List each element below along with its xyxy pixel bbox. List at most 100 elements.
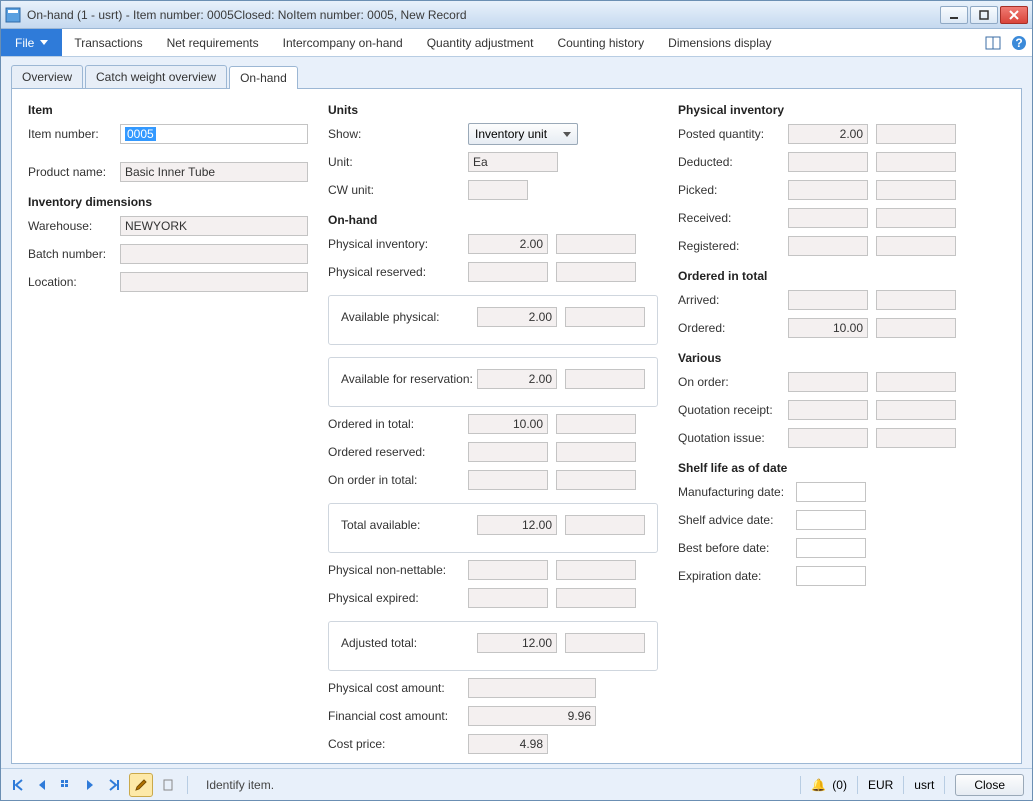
registered-label: Registered: xyxy=(678,239,788,253)
total-avail-value2[interactable] xyxy=(565,515,645,535)
tab-on-hand[interactable]: On-hand xyxy=(229,66,298,89)
batch-field[interactable] xyxy=(120,244,308,264)
non-net-value[interactable] xyxy=(468,560,548,580)
menu-counting-history[interactable]: Counting history xyxy=(545,29,656,56)
ordered-value[interactable]: 10.00 xyxy=(788,318,868,338)
avail-res-value2[interactable] xyxy=(565,369,645,389)
phys-cost-value[interactable] xyxy=(468,678,596,698)
ord-res-value2[interactable] xyxy=(556,442,636,462)
phys-res-value[interactable] xyxy=(468,262,548,282)
menu-net-requirements[interactable]: Net requirements xyxy=(155,29,271,56)
posted-value2[interactable] xyxy=(876,124,956,144)
product-name-field[interactable]: Basic Inner Tube xyxy=(120,162,308,182)
expired-value2[interactable] xyxy=(556,588,636,608)
ord-total-label: Ordered in total: xyxy=(328,417,468,431)
qrec-value[interactable] xyxy=(788,400,868,420)
ord-total-value[interactable]: 10.00 xyxy=(468,414,548,434)
nav-next-button[interactable] xyxy=(81,776,99,794)
attach-icon[interactable] xyxy=(159,776,177,794)
on-order-value[interactable] xyxy=(468,470,548,490)
qiss-value2[interactable] xyxy=(876,428,956,448)
app-icon xyxy=(5,7,21,23)
app-window: On-hand (1 - usrt) - Item number: 0005Cl… xyxy=(0,0,1033,801)
item-header: Item xyxy=(28,103,308,117)
ordtot-header: Ordered in total xyxy=(678,269,1005,283)
phys-inv-label: Physical inventory: xyxy=(328,237,468,251)
menu-intercompany[interactable]: Intercompany on-hand xyxy=(271,29,415,56)
fin-cost-value[interactable]: 9.96 xyxy=(468,706,596,726)
adv-field[interactable] xyxy=(796,510,866,530)
help-icon[interactable]: ? xyxy=(1006,29,1032,56)
maximize-button[interactable] xyxy=(970,6,998,24)
adj-total-value2[interactable] xyxy=(565,633,645,653)
view-icon[interactable] xyxy=(980,29,1006,56)
warehouse-field[interactable]: NEWYORK xyxy=(120,216,308,236)
expired-value[interactable] xyxy=(468,588,548,608)
nav-first-button[interactable] xyxy=(9,776,27,794)
deducted-value[interactable] xyxy=(788,152,868,172)
phys-inv-value[interactable]: 2.00 xyxy=(468,234,548,254)
tab-catch-weight[interactable]: Catch weight overview xyxy=(85,65,227,88)
avail-phys-value2[interactable] xyxy=(565,307,645,327)
exp-field[interactable] xyxy=(796,566,866,586)
qiss-value[interactable] xyxy=(788,428,868,448)
menu-qty-adjustment[interactable]: Quantity adjustment xyxy=(415,29,546,56)
nav-prev-button[interactable] xyxy=(33,776,51,794)
adv-label: Shelf advice date: xyxy=(678,513,796,527)
cost-price-label: Cost price: xyxy=(328,737,468,751)
menu-dimensions-display[interactable]: Dimensions display xyxy=(656,29,783,56)
registered-value[interactable] xyxy=(788,236,868,256)
adj-total-label: Adjusted total: xyxy=(341,636,477,650)
inv-dim-header: Inventory dimensions xyxy=(28,195,308,209)
registered-value2[interactable] xyxy=(876,236,956,256)
menu-transactions[interactable]: Transactions xyxy=(62,29,154,56)
posted-value[interactable]: 2.00 xyxy=(788,124,868,144)
file-menu[interactable]: File xyxy=(1,29,62,56)
received-value[interactable] xyxy=(788,208,868,228)
adj-total-value[interactable]: 12.00 xyxy=(477,633,557,653)
picked-value[interactable] xyxy=(788,180,868,200)
content: Overview Catch weight overview On-hand I… xyxy=(1,57,1032,768)
location-field[interactable] xyxy=(120,272,308,292)
mfg-field[interactable] xyxy=(796,482,866,502)
unit-field[interactable]: Ea xyxy=(468,152,558,172)
close-window-button[interactable] xyxy=(1000,6,1028,24)
bell-icon[interactable]: 🔔 xyxy=(811,778,826,792)
on-order-value2[interactable] xyxy=(556,470,636,490)
v-onorder-value2[interactable] xyxy=(876,372,956,392)
best-field[interactable] xyxy=(796,538,866,558)
ordered-value2[interactable] xyxy=(876,318,956,338)
edit-button[interactable] xyxy=(129,773,153,797)
arrived-value[interactable] xyxy=(788,290,868,310)
show-dropdown[interactable]: Inventory unit xyxy=(468,123,578,145)
tab-overview[interactable]: Overview xyxy=(11,65,83,88)
nav-grid-button[interactable] xyxy=(57,776,75,794)
col-right: Physical inventory Posted quantity: 2.00… xyxy=(678,103,1005,749)
nav-last-button[interactable] xyxy=(105,776,123,794)
minimize-button[interactable] xyxy=(940,6,968,24)
avail-phys-value[interactable]: 2.00 xyxy=(477,307,557,327)
deducted-value2[interactable] xyxy=(876,152,956,172)
close-button[interactable]: Close xyxy=(955,774,1024,796)
item-number-field[interactable]: 0005 xyxy=(120,124,308,144)
non-net-value2[interactable] xyxy=(556,560,636,580)
qrec-label: Quotation receipt: xyxy=(678,403,788,417)
ord-res-value[interactable] xyxy=(468,442,548,462)
avail-res-value[interactable]: 2.00 xyxy=(477,369,557,389)
ord-total-value2[interactable] xyxy=(556,414,636,434)
phys-res-value2[interactable] xyxy=(556,262,636,282)
window-title: On-hand (1 - usrt) - Item number: 0005Cl… xyxy=(27,8,940,22)
picked-value2[interactable] xyxy=(876,180,956,200)
received-value2[interactable] xyxy=(876,208,956,228)
phys-inv-value2[interactable] xyxy=(556,234,636,254)
cw-unit-field[interactable] xyxy=(468,180,528,200)
col-item: Item Item number: 0005 Product name: Bas… xyxy=(28,103,308,749)
qrec-value2[interactable] xyxy=(876,400,956,420)
v-onorder-value[interactable] xyxy=(788,372,868,392)
avail-phys-label: Available physical: xyxy=(341,310,477,324)
received-label: Received: xyxy=(678,211,788,225)
total-avail-value[interactable]: 12.00 xyxy=(477,515,557,535)
arrived-label: Arrived: xyxy=(678,293,788,307)
cost-price-value[interactable]: 4.98 xyxy=(468,734,548,754)
arrived-value2[interactable] xyxy=(876,290,956,310)
